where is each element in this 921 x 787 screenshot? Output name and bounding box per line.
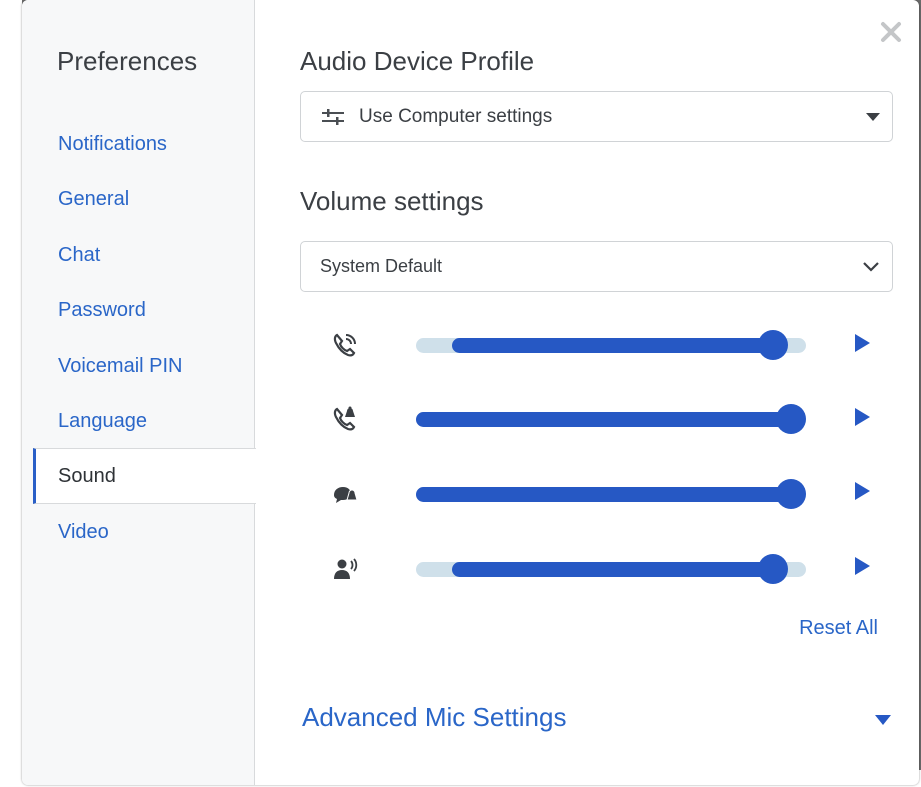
slider-thumb[interactable]: [776, 404, 806, 434]
play-icon: [855, 334, 870, 352]
play-icon: [855, 482, 870, 500]
play-icon: [855, 557, 870, 575]
ringtone-volume-slider[interactable]: [416, 330, 806, 360]
sidebar-item-general[interactable]: General: [33, 171, 255, 227]
slider-thumb[interactable]: [776, 479, 806, 509]
sidebar-item-notifications[interactable]: Notifications: [33, 116, 255, 172]
sidebar-item-sound[interactable]: Sound: [33, 448, 256, 504]
close-icon: [881, 22, 901, 42]
caret-down-icon: [866, 92, 880, 141]
preferences-sidebar: Preferences Notifications General Chat P…: [22, 0, 256, 785]
volume-settings-title: Volume settings: [300, 186, 484, 216]
alert-volume-slider[interactable]: [416, 404, 806, 434]
sidebar-item-language[interactable]: Language: [33, 393, 255, 449]
slider-fill: [452, 338, 773, 353]
phone-ringing-icon: [330, 330, 360, 360]
reset-all-link[interactable]: Reset All: [799, 617, 878, 640]
advanced-mic-settings-toggle[interactable]: Advanced Mic Settings: [302, 702, 566, 733]
phone-alert-icon: [330, 404, 360, 434]
sidebar-item-video[interactable]: Video: [33, 504, 255, 560]
sidebar-item-chat[interactable]: Chat: [33, 227, 255, 283]
slider-fill: [416, 412, 791, 427]
play-button[interactable]: [850, 554, 874, 578]
chat-volume-slider[interactable]: [416, 479, 806, 509]
audio-profile-value: Use Computer settings: [359, 105, 553, 127]
audio-profile-select[interactable]: Use Computer settings: [300, 91, 893, 142]
close-button[interactable]: [877, 18, 905, 46]
speaker-person-icon: [330, 554, 360, 584]
slider-thumb[interactable]: [758, 554, 788, 584]
volume-preset-value: System Default: [320, 256, 443, 276]
sidebar-item-voicemail-pin[interactable]: Voicemail PIN: [33, 338, 255, 394]
play-button[interactable]: [850, 331, 874, 355]
chevron-down-icon: [862, 242, 880, 291]
play-icon: [855, 408, 870, 426]
chat-bubble-icon: [330, 479, 360, 509]
audio-profile-title: Audio Device Profile: [300, 46, 535, 76]
play-button[interactable]: [850, 479, 874, 503]
slider-thumb[interactable]: [758, 330, 788, 360]
volume-preset-select[interactable]: System Default: [300, 241, 893, 292]
sidebar-item-password[interactable]: Password: [33, 282, 255, 338]
slider-fill: [452, 562, 773, 577]
preferences-dialog: Preferences Notifications General Chat P…: [22, 0, 919, 785]
sidebar-title: Preferences: [57, 46, 198, 76]
backdrop: [0, 0, 22, 787]
sliders-icon: [321, 107, 345, 127]
slider-fill: [416, 487, 791, 502]
speaker-volume-slider[interactable]: [416, 554, 806, 584]
caret-down-icon[interactable]: [875, 712, 891, 730]
play-button[interactable]: [850, 405, 874, 429]
